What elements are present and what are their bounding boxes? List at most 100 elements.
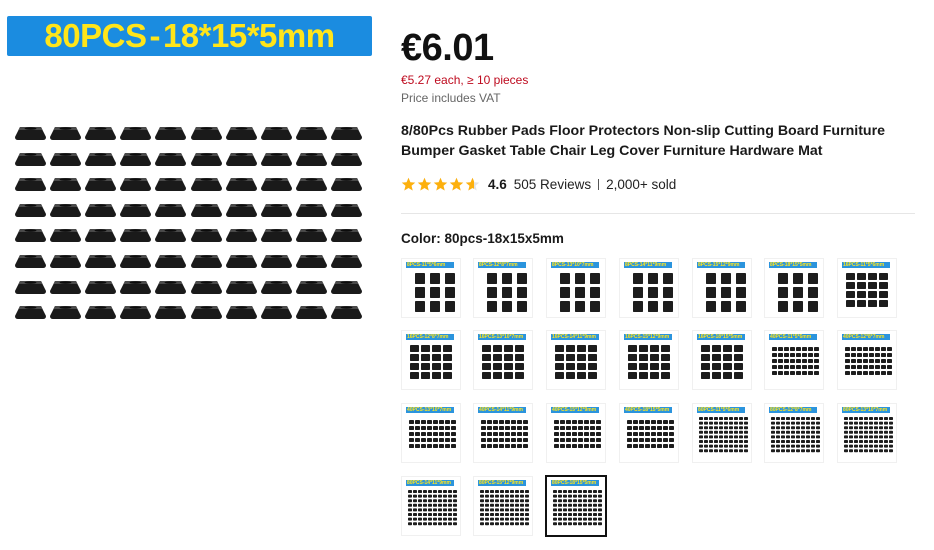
rubber-pad [225,254,258,269]
rubber-pad [190,126,223,141]
rubber-pad [14,203,47,218]
rubber-pad [190,203,223,218]
rubber-pad [49,152,82,167]
swatch-pads-image [633,273,673,312]
product-title: 8/80Pcs Rubber Pads Floor Protectors Non… [401,123,886,159]
rubber-pad [49,177,82,192]
color-swatch[interactable]: 16PCS-15*12*9mm [619,330,679,390]
rubber-pad [49,126,82,141]
rubber-pad [84,177,117,192]
color-swatch[interactable]: 80PCS-14*11*9mm [401,476,461,536]
vat-note: Price includes VAT [401,91,501,105]
rubber-pad [14,254,47,269]
rubber-pad [225,177,258,192]
rubber-pad [260,177,293,192]
price: €6.01 [401,27,494,69]
color-swatch[interactable]: 8PCS-15*12*9mm [692,258,752,318]
rubber-pad [225,126,258,141]
color-swatch[interactable]: 8PCS-12*8*7mm [473,258,533,318]
swatch-pads-image [699,417,748,453]
rubber-pad [84,203,117,218]
rubber-pad [119,228,152,243]
rubber-pad [260,280,293,295]
color-swatch[interactable]: 16PCS-12*8*7mm [401,330,461,390]
rating-row: 4.6 505 Reviews 2,000+ sold [401,177,676,192]
banner-count: 80PCS [44,17,147,54]
color-swatch[interactable]: 8PCS-18*15*5mm [764,258,824,318]
rubber-pad [119,203,152,218]
reviews-link[interactable]: 505 Reviews [514,177,591,192]
color-swatch[interactable]: 80PCS-15*12*9mm [473,476,533,536]
rubber-pad [84,126,117,141]
swatch-pads-image [845,347,892,375]
rubber-pad [295,152,328,167]
rubber-pad [190,152,223,167]
rubber-pad [190,228,223,243]
color-swatch[interactable]: 80PCS-13*10*7mm [837,403,897,463]
rubber-pad [154,305,187,320]
swatch-pads-image [487,273,527,312]
color-swatch[interactable]: 40PCS-12*8*7mm [837,330,897,390]
swatch-pads-image [410,345,452,379]
rubber-pad [330,177,363,192]
swatch-pads-image [846,273,888,307]
swatch-pads-image [844,417,893,453]
rubber-pad [295,280,328,295]
rubber-pad [84,254,117,269]
rubber-pad [154,126,187,141]
rubber-pad [295,228,328,243]
divider-line [401,213,915,214]
swatch-pads-image [554,420,601,448]
rubber-pad [190,254,223,269]
rubber-pad [154,254,187,269]
color-swatch[interactable]: 40PCS-18*15*5mm [619,403,679,463]
color-swatch[interactable]: 40PCS-15*12*9mm [546,403,606,463]
rubber-pad [330,126,363,141]
rubber-pad [84,305,117,320]
rubber-pad [225,228,258,243]
rubber-pad [154,228,187,243]
divider [598,179,600,190]
star-icon [417,177,432,191]
color-swatch[interactable]: 16PCS-14*11*9mm [546,330,606,390]
product-image[interactable]: 80PCS -18*15*5mm [0,0,380,550]
color-swatch[interactable]: 8PCS-14*11*9mm [619,258,679,318]
rubber-pad [119,305,152,320]
color-swatch[interactable]: 16PCS-13*10*7mm [473,330,533,390]
swatch-pads-image [415,273,455,312]
color-swatch[interactable]: 8PCS-13*10*7mm [546,258,606,318]
rubber-pad [119,152,152,167]
rubber-pad [330,228,363,243]
rubber-pad [14,126,47,141]
color-swatch[interactable]: 80PCS-18*15*5mm [545,475,607,537]
color-swatch[interactable]: 40PCS-13*10*7mm [401,403,461,463]
rubber-pad [14,228,47,243]
swatch-pads-image [701,345,743,379]
rubber-pad [154,152,187,167]
rubber-pad [190,177,223,192]
color-label-text: Color: [401,231,441,246]
rating-score: 4.6 [488,177,507,192]
rubber-pad [330,280,363,295]
color-swatch[interactable]: 40PCS-11*5*6mm [764,330,824,390]
color-swatch[interactable]: 40PCS-14*11*9mm [473,403,533,463]
swatch-pads-image [772,347,819,375]
rubber-pads-image [14,126,366,326]
rubber-pad [260,254,293,269]
color-swatch[interactable]: 8PCS-11*5*6mm [401,258,461,318]
rubber-pad [260,203,293,218]
color-swatch[interactable]: 16PCS-18*15*5mm [692,330,752,390]
rubber-pad [14,280,47,295]
color-swatch[interactable]: 80PCS-12*8*7mm [764,403,824,463]
rubber-pad [190,305,223,320]
star-icon [401,177,416,191]
swatch-pads-image [553,490,602,526]
swatch-pads-image [408,490,457,526]
swatch-pads-image [409,420,456,448]
color-swatch[interactable]: 80PCS-11*5*6mm [692,403,752,463]
rubber-pad [14,152,47,167]
color-swatch[interactable]: 16PCS-11*5*6mm [837,258,897,318]
bulk-price: €5.27 each, ≥ 10 pieces [401,73,529,87]
rubber-pad [119,280,152,295]
rubber-pad [295,177,328,192]
